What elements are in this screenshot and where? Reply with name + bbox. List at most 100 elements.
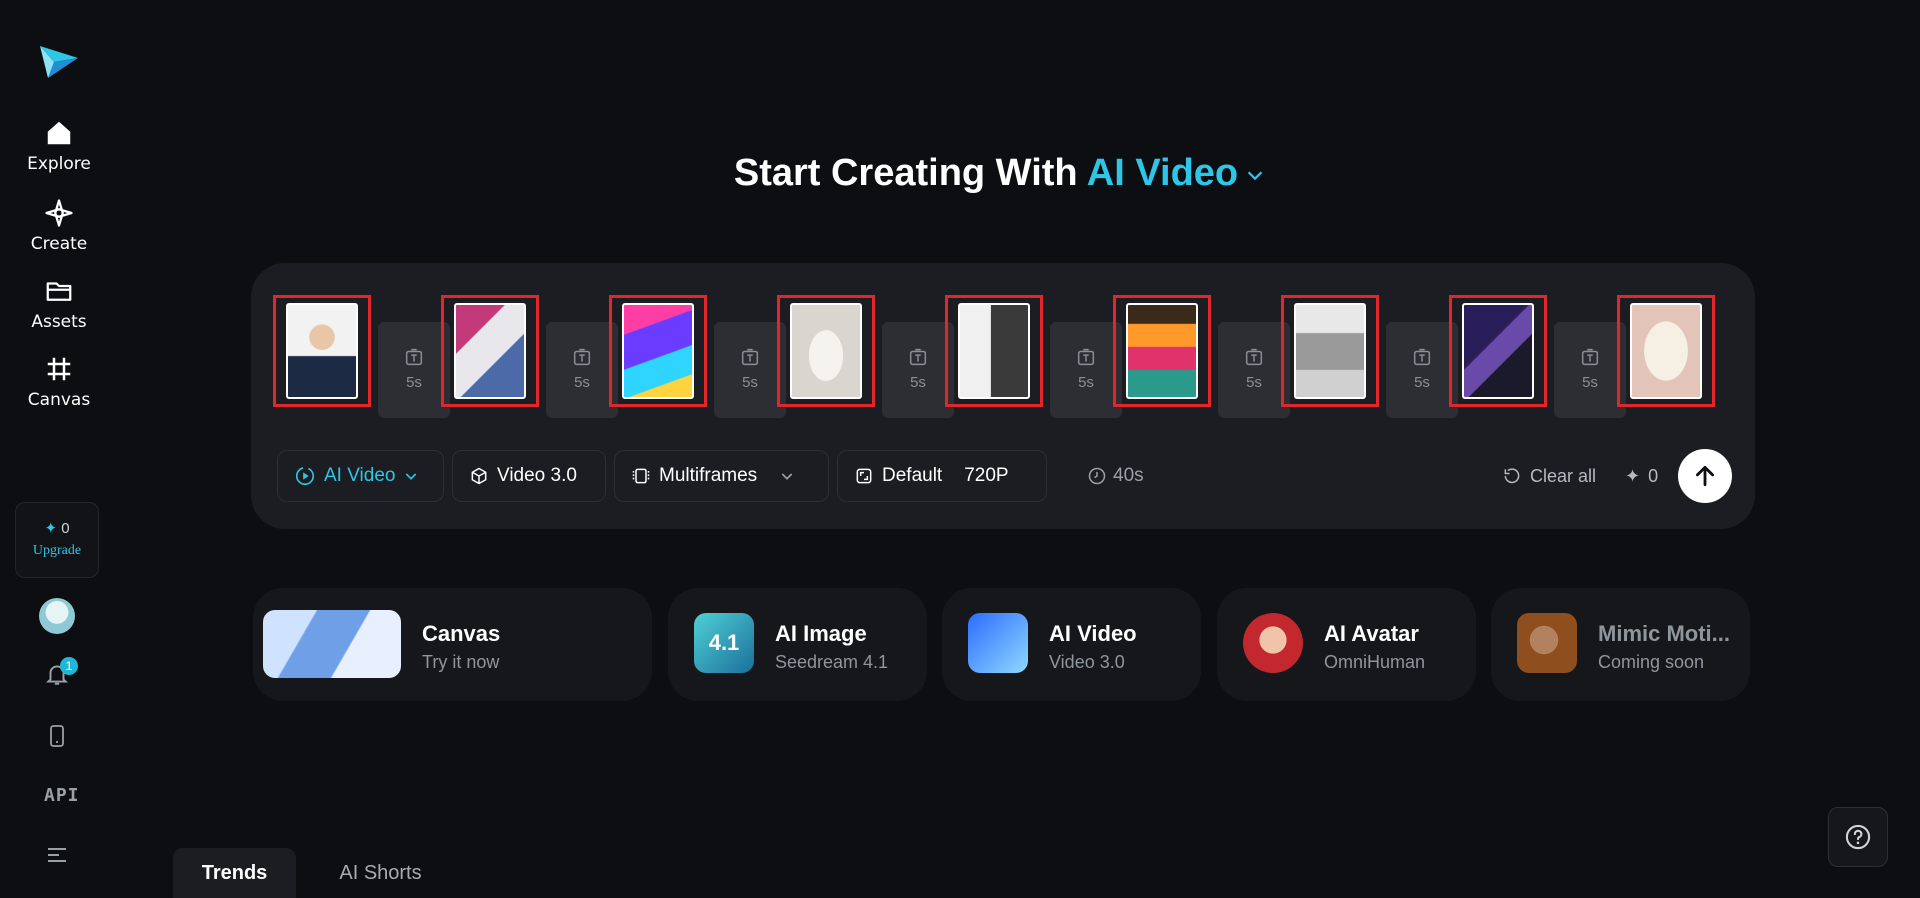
nav-assets[interactable]: Assets [0,276,118,332]
transition-duration: 5s [1078,374,1094,391]
frames-mode-label: Multiframes [659,465,758,486]
transition-duration: 5s [742,374,758,391]
seedream-badge-text: 4.1 [708,630,740,655]
model-dropdown[interactable]: Video 3.0 [452,450,606,502]
tool-title: AI Image [775,621,867,646]
arrow-up-icon [1696,465,1714,487]
portrait-man-suit [286,303,358,399]
clock-icon [1088,467,1106,485]
tool-card-ai-image[interactable]: 4.1 AI Image Seedream 4.1 [668,588,927,701]
aspect-resolution-dropdown[interactable]: Default 720P [837,450,1047,502]
mode-label: AI Video [1086,152,1239,194]
frame-slot[interactable] [945,295,1043,407]
generate-button[interactable] [1678,449,1732,503]
tool-title: AI Video [1049,621,1137,646]
anime-boy-colorful [622,303,694,399]
paper-cup [790,303,862,399]
frame-icon [47,357,71,381]
credits-value: 0 [61,520,70,537]
composer-toolbar: AI Video Video 3.0 Multiframes Default 7… [277,449,1737,503]
multiframe-icon [632,468,650,484]
nav-create[interactable]: Create [0,198,118,254]
tool-title: Mimic Moti... [1598,621,1730,646]
model-label: Video 3.0 [497,465,577,486]
transition-slot[interactable]: 5s [1386,322,1458,418]
frame-slot[interactable] [1281,295,1379,407]
phone-icon [50,725,64,747]
mode-selector[interactable]: AI Video [1087,152,1266,194]
frame-slot[interactable] [273,295,371,407]
transition-duration: 5s [1246,374,1262,391]
text-prompt-icon [1245,348,1263,366]
portrait-woman-white-shirt [454,303,526,399]
tab-trends[interactable]: Trends [173,848,296,898]
aspect-ratio-icon [856,468,872,484]
transition-slot[interactable]: 5s [378,322,450,418]
upgrade-panel[interactable]: ✦ 0 Upgrade [15,502,99,578]
text-prompt-icon [405,348,423,366]
tool-card-ai-avatar[interactable]: AI Avatar OmniHuman [1217,588,1476,701]
total-duration[interactable]: 40s [1087,450,1144,502]
mode-dropdown[interactable]: AI Video [277,450,444,502]
cube-icon [471,467,487,485]
upgrade-link[interactable]: Upgrade [16,543,98,559]
frame-slot[interactable] [777,295,875,407]
frames-mode-dropdown[interactable]: Multiframes [614,450,829,502]
text-prompt-icon [573,348,591,366]
sketch-woman-face [958,303,1030,399]
frame-slot[interactable] [441,295,539,407]
home-icon [47,121,71,145]
text-prompt-icon [741,348,759,366]
chevron-down-icon [1247,171,1263,181]
transition-slot[interactable]: 5s [1218,322,1290,418]
api-link[interactable]: API [44,785,80,806]
total-duration-label: 40s [1113,465,1144,486]
sketch-castle [1294,303,1366,399]
text-prompt-icon [1581,348,1599,366]
tool-subtitle: Seedream 4.1 [775,652,889,672]
help-button[interactable] [1828,807,1888,867]
tool-title: Canvas [422,621,501,646]
frame-slot[interactable] [1113,295,1211,407]
transition-duration: 5s [910,374,926,391]
transition-slot[interactable]: 5s [546,322,618,418]
tab-ai-shorts[interactable]: AI Shorts [328,848,433,898]
nav-create-label: Create [30,234,88,254]
transition-slot[interactable]: 5s [714,322,786,418]
text-prompt-icon [909,348,927,366]
frame-slot[interactable] [1617,295,1715,407]
mobile-app-button[interactable] [40,719,74,753]
heading-prefix: Start Creating With [733,152,1078,194]
tab-label: AI Shorts [339,861,422,884]
frame-slot[interactable] [609,295,707,407]
help-icon [1845,824,1871,850]
transition-slot[interactable]: 5s [1554,322,1626,418]
credit-cost: ✦ 0 [1625,450,1658,502]
tool-card-ai-video[interactable]: AI Video Video 3.0 [942,588,1201,701]
clear-all-button[interactable]: Clear all [1502,450,1596,502]
tool-subtitle: Video 3.0 [1049,652,1125,672]
user-avatar[interactable] [39,598,75,634]
text-prompt-icon [1077,348,1095,366]
transition-slot[interactable]: 5s [882,322,954,418]
resolution-label: 720P [964,465,1009,486]
app-logo-icon[interactable] [38,40,80,82]
folder-icon [46,282,72,301]
pegasus-icon [263,610,401,678]
tool-card-canvas[interactable]: Canvas Try it now [253,588,652,701]
menu-button[interactable] [40,838,74,872]
transition-slot[interactable]: 5s [1050,322,1122,418]
avatar-icon [1243,613,1303,673]
aspect-ratio-label: Default [882,465,943,486]
transition-duration: 5s [406,374,422,391]
frame-strip: 5s 5s 5s 5s 5s 5s 5s 5s [273,289,1733,418]
transition-duration: 5s [1414,374,1430,391]
video-play-icon [295,466,315,486]
credit-star-icon: ✦ [1625,465,1641,486]
frame-slot[interactable] [1449,295,1547,407]
nav-canvas[interactable]: Canvas [0,354,118,410]
composer-panel: 5s 5s 5s 5s 5s 5s 5s 5s AI Video Video 3… [251,263,1755,529]
transition-duration: 5s [574,374,590,391]
floral-frame [1630,303,1702,399]
tool-card-mimic-motion[interactable]: Mimic Moti... Coming soon [1491,588,1750,701]
